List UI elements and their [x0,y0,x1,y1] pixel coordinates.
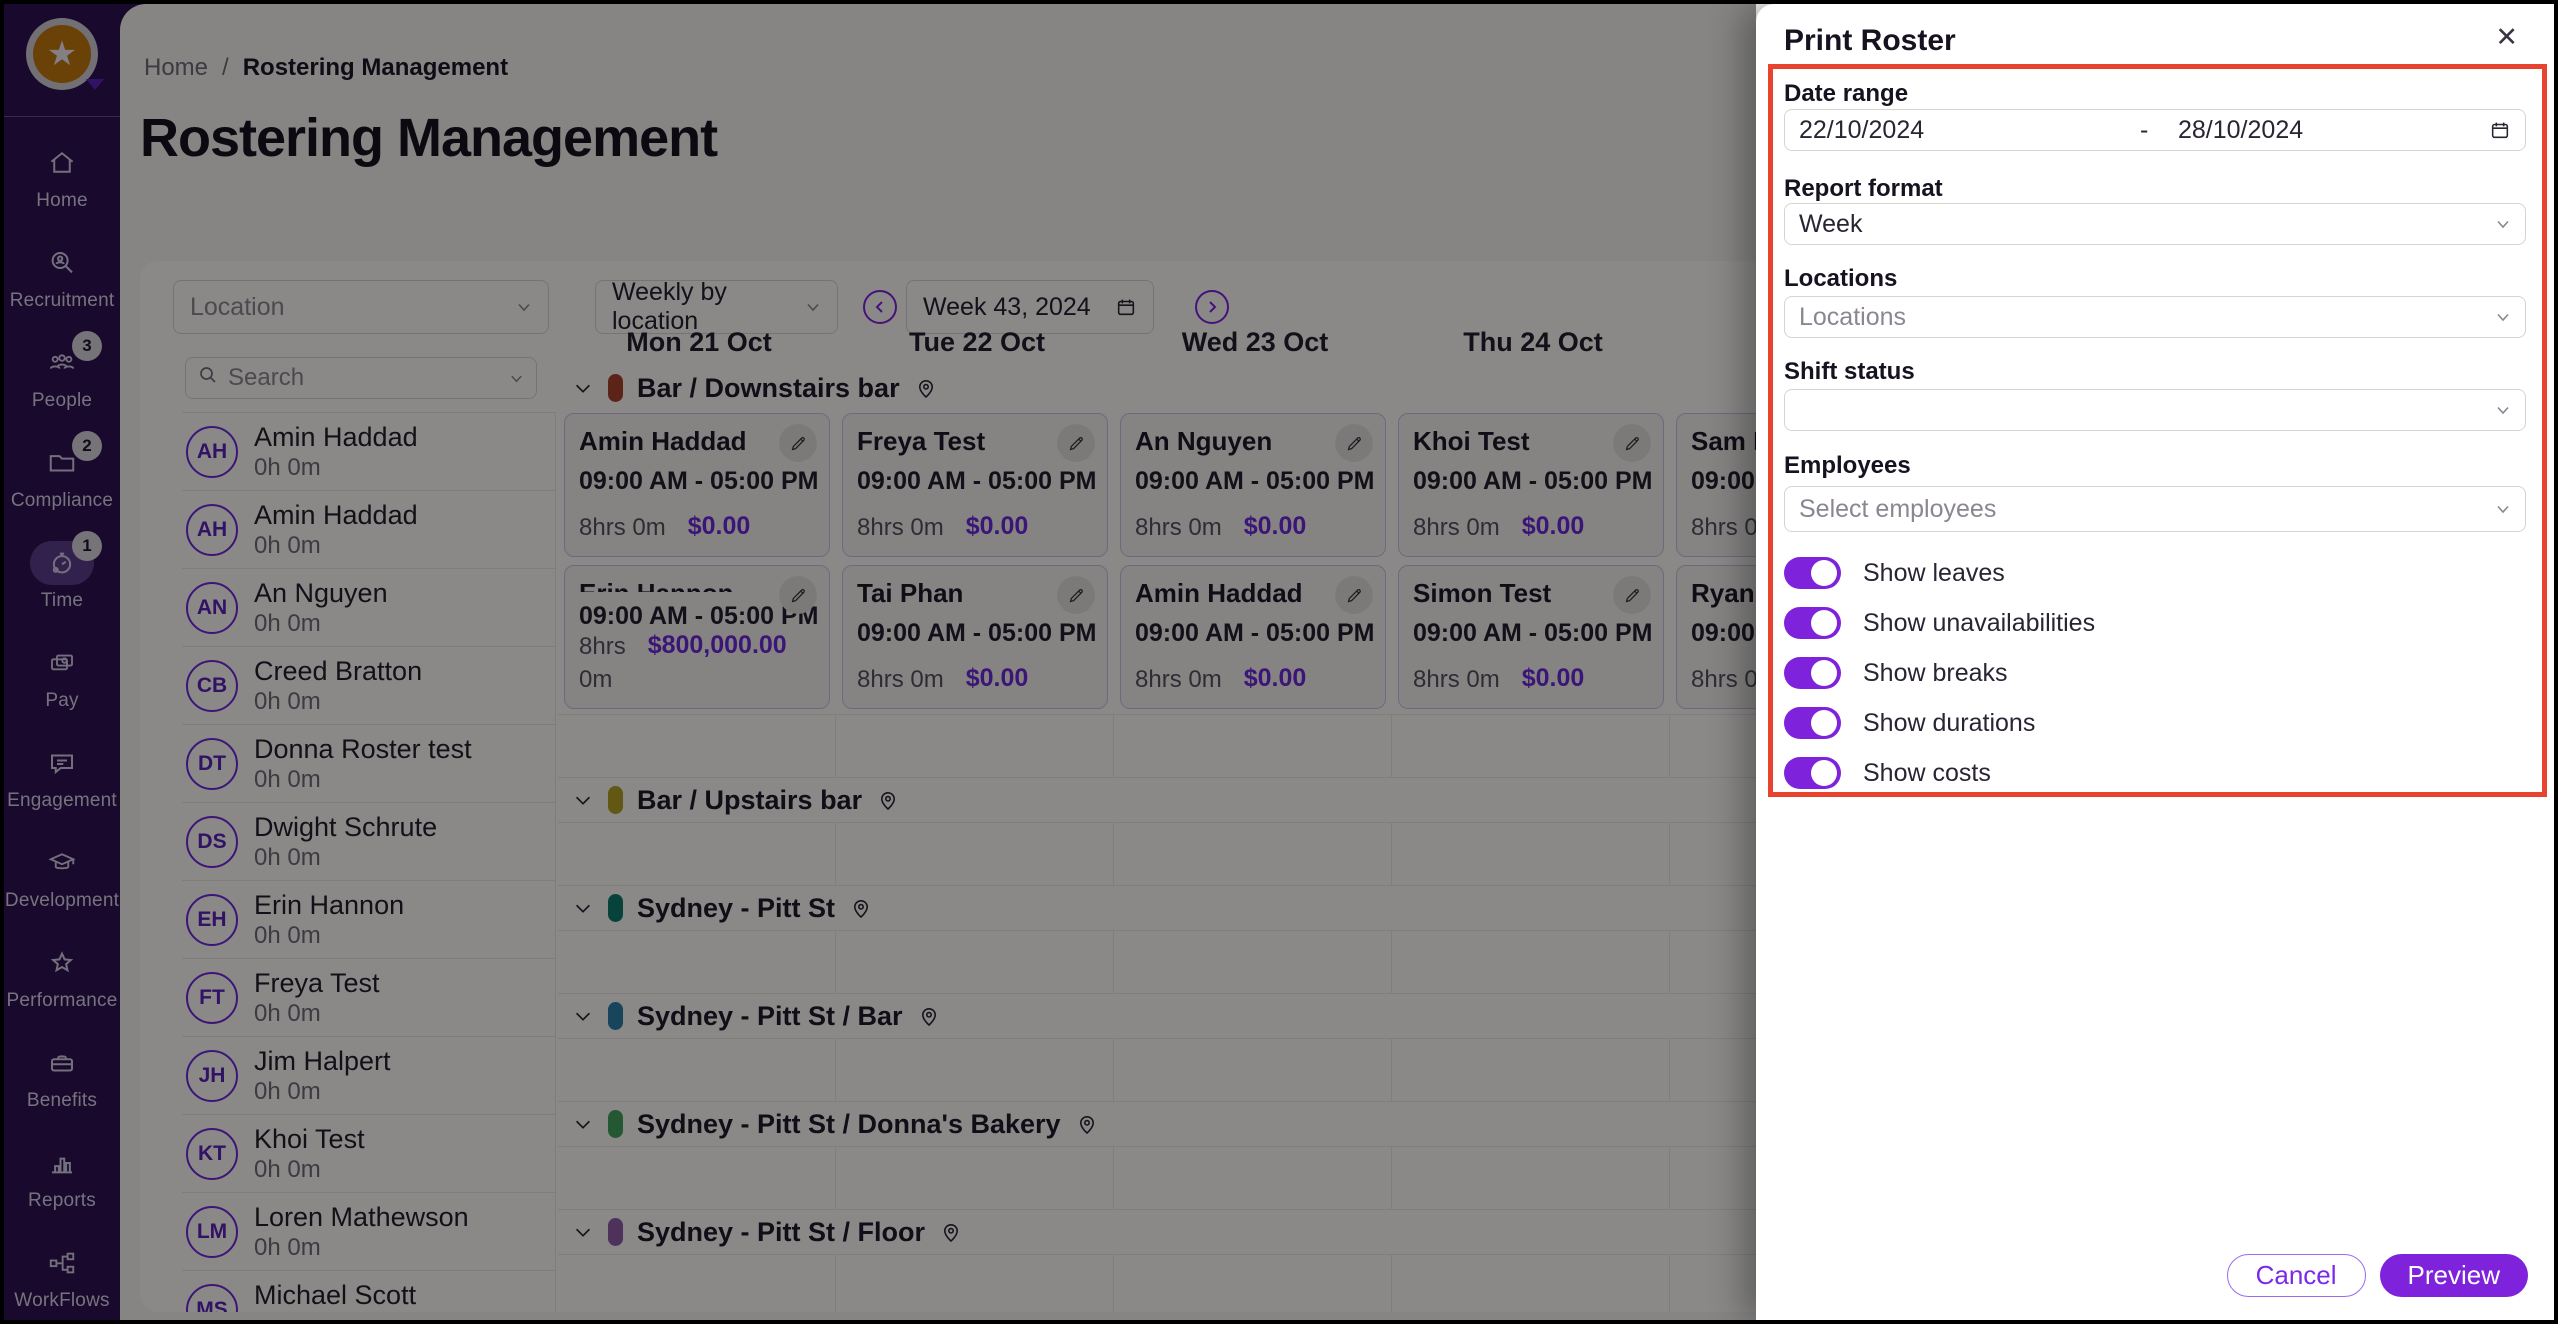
close-icon[interactable]: ✕ [2495,24,2518,51]
screen: ★ HomeRecruitment3People2Compliance1Time… [0,0,2558,1324]
toggle-switch[interactable] [1784,607,1841,639]
toggle-switch[interactable] [1784,707,1841,739]
report-format-value: Week [1799,210,1862,239]
toggle-switch[interactable] [1784,657,1841,689]
toggle-label: Show breaks [1863,659,2008,688]
toggle-switch[interactable] [1784,757,1841,789]
employees-label: Employees [1784,452,1911,480]
toggle-row: Show breaks [1784,648,2304,698]
report-format-select[interactable]: Week [1784,203,2526,245]
cancel-button[interactable]: Cancel [2227,1254,2366,1297]
toggle-knob [1811,560,1837,586]
date-end-value: 28/10/2024 [2178,116,2303,145]
toggle-knob [1811,660,1837,686]
chevron-down-icon [2495,309,2511,325]
modal-dim-overlay [4,4,1756,1320]
date-range-input[interactable]: 22/10/2024 - 28/10/2024 [1784,109,2526,151]
date-start-value: 22/10/2024 [1799,116,1924,145]
shift-status-select[interactable] [1784,389,2526,431]
panel-title: Print Roster [1784,24,1956,58]
date-range-label: Date range [1784,80,1908,108]
toggle-label: Show unavailabilities [1863,609,2095,638]
toggle-row: Show unavailabilities [1784,598,2304,648]
toggle-knob [1811,710,1837,736]
toggle-label: Show leaves [1863,559,2005,588]
calendar-icon [2489,119,2511,141]
chevron-down-icon [2495,216,2511,232]
toggle-switch[interactable] [1784,557,1841,589]
toggle-knob [1811,610,1837,636]
toggle-list: Show leaves Show unavailabilities Show bre… [1784,548,2304,798]
shift-status-label: Shift status [1784,358,1915,386]
panel-footer: Cancel Preview [2227,1254,2528,1297]
date-range-separator: - [2140,116,2148,145]
toggle-row: Show leaves [1784,548,2304,598]
locations-placeholder: Locations [1799,303,1906,332]
employees-select[interactable]: Select employees [1784,486,2526,532]
report-format-label: Report format [1784,175,1943,203]
toggle-row: Show costs [1784,748,2304,798]
toggle-label: Show costs [1863,759,1991,788]
employees-placeholder: Select employees [1799,495,1996,524]
chevron-down-icon [2495,402,2511,418]
toggle-knob [1811,760,1837,786]
locations-label: Locations [1784,265,1897,293]
toggle-label: Show durations [1863,709,2035,738]
preview-button[interactable]: Preview [2380,1254,2528,1297]
chevron-down-icon [2495,501,2511,517]
print-roster-panel: Print Roster ✕ Date range 22/10/2024 - 2… [1756,4,2554,1320]
toggle-row: Show durations [1784,698,2304,748]
locations-select[interactable]: Locations [1784,296,2526,338]
